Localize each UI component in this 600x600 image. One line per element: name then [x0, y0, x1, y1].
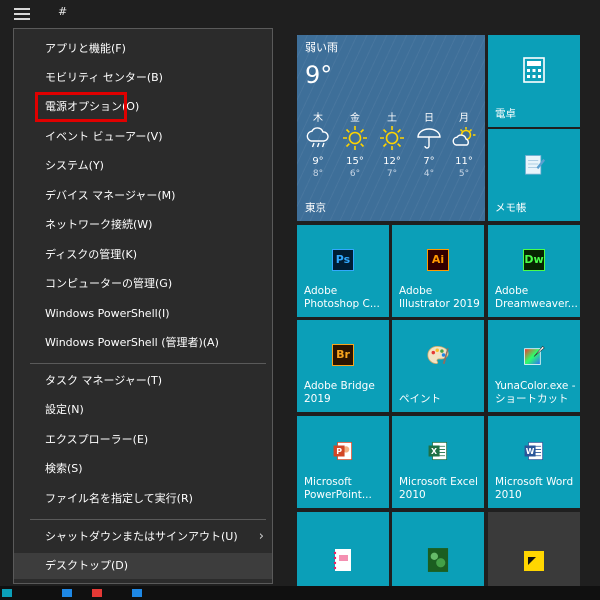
taskbar-app-icon[interactable]	[62, 589, 72, 597]
menu-item-run[interactable]: ファイル名を指定して実行(R)	[14, 486, 272, 512]
svg-text:W: W	[526, 447, 535, 456]
forecast-high: 7°	[423, 156, 435, 167]
notepad-icon	[523, 153, 545, 175]
chevron-right-icon: ›	[258, 529, 264, 544]
tile-photoshop[interactable]: Ps Adobe Photoshop C...	[297, 225, 389, 317]
tile-label: Microsoft Excel 2010	[399, 476, 478, 501]
tile-label: Adobe Photoshop C...	[304, 285, 380, 310]
tile-paint[interactable]: ペイント	[392, 320, 484, 412]
menu-item-mobility-center[interactable]: モビリティ センター(B)	[14, 65, 272, 91]
forecast-high: 12°	[383, 156, 401, 167]
menu-item-search[interactable]: 検索(S)	[14, 456, 272, 482]
tile-label: YunaColor.exe - ショートカット	[495, 380, 576, 405]
svg-text:X: X	[431, 447, 437, 456]
menu-item-task-manager[interactable]: タスク マネージャー(T)	[14, 368, 272, 394]
menu-separator	[30, 519, 266, 520]
paint-palette-icon	[427, 344, 449, 366]
app-list-hash-header[interactable]: #	[58, 5, 67, 18]
folder-app-icon	[523, 549, 545, 571]
start-icon[interactable]	[2, 589, 12, 597]
notebook-icon	[332, 549, 354, 571]
menu-item-explorer[interactable]: エクスプローラー(E)	[14, 427, 272, 453]
tile-label: Adobe Illustrator 2019	[399, 285, 480, 310]
weather-tile[interactable]: 弱い雨 9° 木 9° 8° 金 15° 6° 土 12° 7° 日 7° 4°…	[297, 35, 485, 221]
tile-illustrator[interactable]: Ai Adobe Illustrator 2019	[392, 225, 484, 317]
forecast-day-label: 木	[313, 113, 323, 124]
tile-label: Adobe Bridge 2019	[304, 380, 375, 405]
tile-word[interactable]: W Microsoft Word 2010	[488, 416, 580, 508]
tile-excel[interactable]: X Microsoft Excel 2010	[392, 416, 484, 508]
menu-item-apps-features[interactable]: アプリと機能(F)	[14, 36, 272, 62]
menu-item-computer-management[interactable]: コンピューターの管理(G)	[14, 271, 272, 297]
highlight-box	[35, 92, 127, 122]
forecast-low: 5°	[458, 169, 470, 179]
forecast-day: 月 11° 5°	[447, 109, 481, 179]
forecast-day-label: 土	[387, 113, 397, 124]
forecast-day-label: 金	[350, 113, 360, 124]
excel-icon: X	[427, 440, 449, 462]
sun-icon	[338, 124, 372, 152]
menu-item-powershell[interactable]: Windows PowerShell(I)	[14, 301, 272, 327]
menu-item-network-connections[interactable]: ネットワーク接続(W)	[14, 212, 272, 238]
taskbar	[0, 586, 600, 600]
umbrella-icon	[412, 124, 446, 152]
hamburger-menu-icon[interactable]	[14, 8, 30, 20]
word-icon: W	[523, 440, 545, 462]
partly-sunny-icon	[447, 124, 481, 152]
powerpoint-icon: P	[332, 440, 354, 462]
tile-calculator[interactable]: 電卓	[488, 35, 580, 127]
forecast-high: 15°	[346, 156, 364, 167]
forecast-low: 7°	[386, 169, 398, 179]
photo-app-icon	[427, 548, 449, 572]
menu-item-desktop[interactable]: デスクトップ(D)	[14, 553, 272, 579]
menu-separator	[30, 363, 266, 364]
tile-powerpoint[interactable]: P Microsoft PowerPoint...	[297, 416, 389, 508]
forecast-day: 日 7° 4°	[412, 109, 446, 179]
tile-label: Microsoft Word 2010	[495, 476, 574, 501]
tile-label: Adobe Dreamweaver...	[495, 285, 578, 310]
tile-label: ペイント	[399, 393, 441, 405]
forecast-low: 6°	[349, 169, 361, 179]
menu-item-system[interactable]: システム(Y)	[14, 153, 272, 179]
rain-cloud-icon	[301, 124, 335, 152]
bridge-icon: Br	[332, 343, 354, 366]
forecast-day: 木 9° 8°	[301, 109, 335, 179]
forecast-day-label: 月	[459, 113, 469, 124]
forecast-day: 土 12° 7°	[375, 109, 409, 179]
menu-item-shutdown-signout[interactable]: シャットダウンまたはサインアウト(U) ›	[14, 524, 272, 550]
tile-label: 電卓	[495, 108, 516, 120]
dreamweaver-icon: Dw	[523, 248, 545, 271]
tile-yunacolor[interactable]: YunaColor.exe - ショートカット	[488, 320, 580, 412]
sun-icon	[375, 124, 409, 152]
weather-condition: 弱い雨	[305, 41, 338, 54]
menu-item-shutdown-label: シャットダウンまたはサインアウト(U)	[45, 530, 238, 543]
weather-city: 東京	[305, 202, 326, 214]
tile-label: Microsoft PowerPoint...	[304, 476, 372, 501]
forecast-day: 金 15° 6°	[338, 109, 372, 179]
menu-item-disk-management[interactable]: ディスクの管理(K)	[14, 242, 272, 268]
weather-current-temp: 9°	[305, 61, 333, 89]
menu-item-settings[interactable]: 設定(N)	[14, 397, 272, 423]
forecast-low: 4°	[423, 169, 435, 179]
forecast-low: 8°	[312, 169, 324, 179]
taskbar-app-icon[interactable]	[92, 589, 102, 597]
taskbar-app-icon[interactable]	[132, 589, 142, 597]
forecast-high: 11°	[455, 156, 473, 167]
forecast-day-label: 日	[424, 113, 434, 124]
illustrator-icon: Ai	[427, 248, 449, 271]
forecast-high: 9°	[312, 156, 324, 167]
menu-item-event-viewer[interactable]: イベント ビューアー(V)	[14, 124, 272, 150]
tile-dreamweaver[interactable]: Dw Adobe Dreamweaver...	[488, 225, 580, 317]
color-picker-icon	[523, 344, 545, 366]
tile-bridge[interactable]: Br Adobe Bridge 2019	[297, 320, 389, 412]
photoshop-icon: Ps	[332, 248, 354, 271]
menu-item-powershell-admin[interactable]: Windows PowerShell (管理者)(A)	[14, 330, 272, 356]
calculator-icon	[523, 57, 545, 83]
svg-text:P: P	[336, 447, 342, 456]
menu-item-device-manager[interactable]: デバイス マネージャー(M)	[14, 183, 272, 209]
tile-notepad[interactable]: メモ帳	[488, 129, 580, 221]
tile-label: メモ帳	[495, 202, 527, 214]
